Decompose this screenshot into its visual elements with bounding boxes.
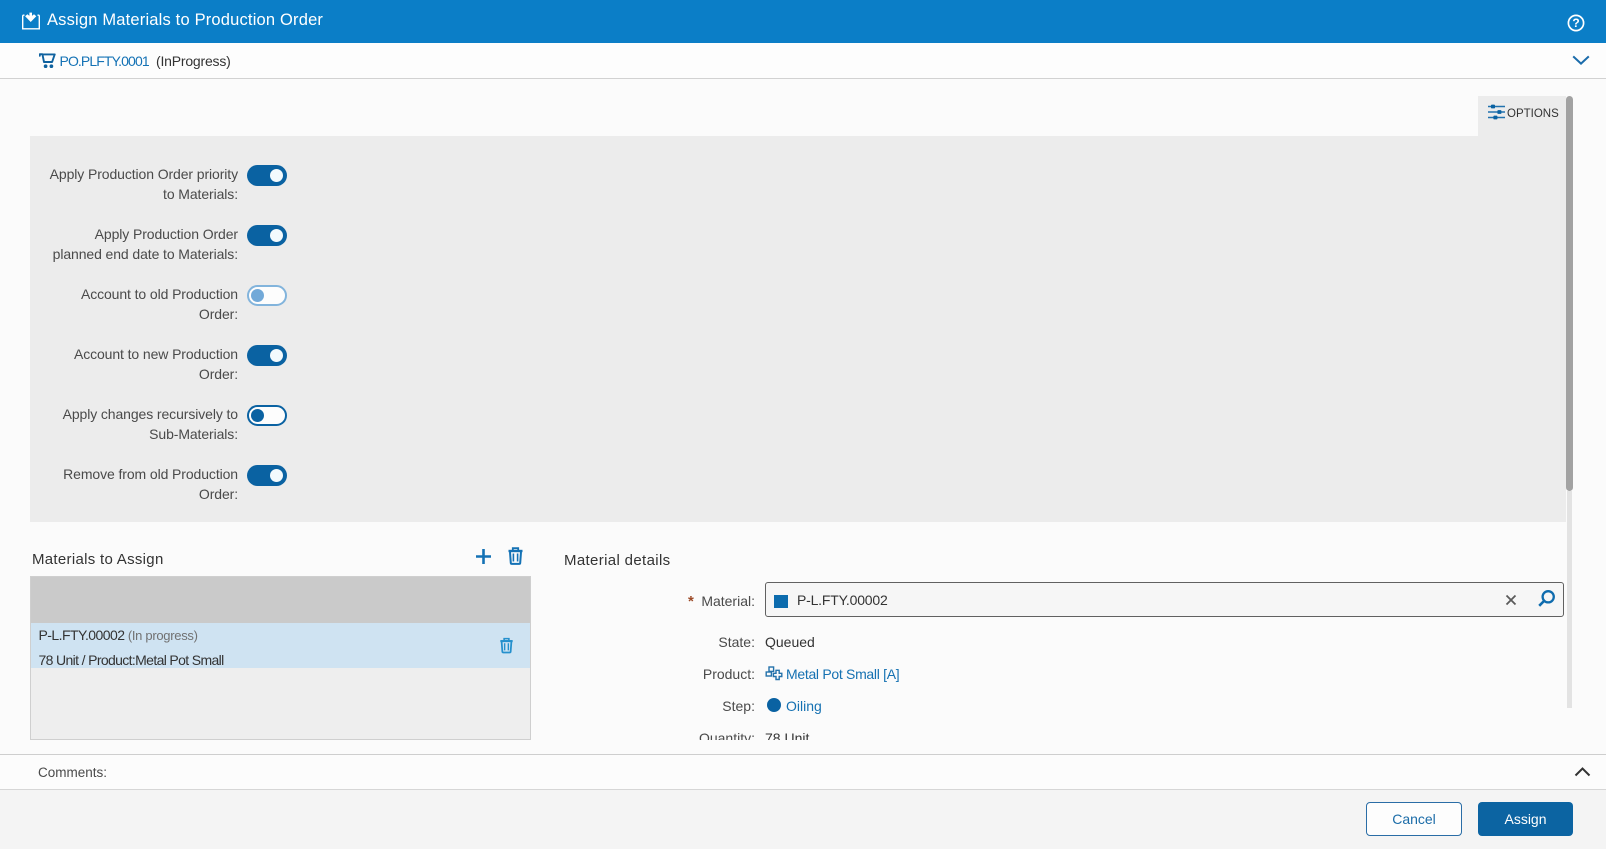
svg-text:?: ? (1572, 16, 1579, 30)
